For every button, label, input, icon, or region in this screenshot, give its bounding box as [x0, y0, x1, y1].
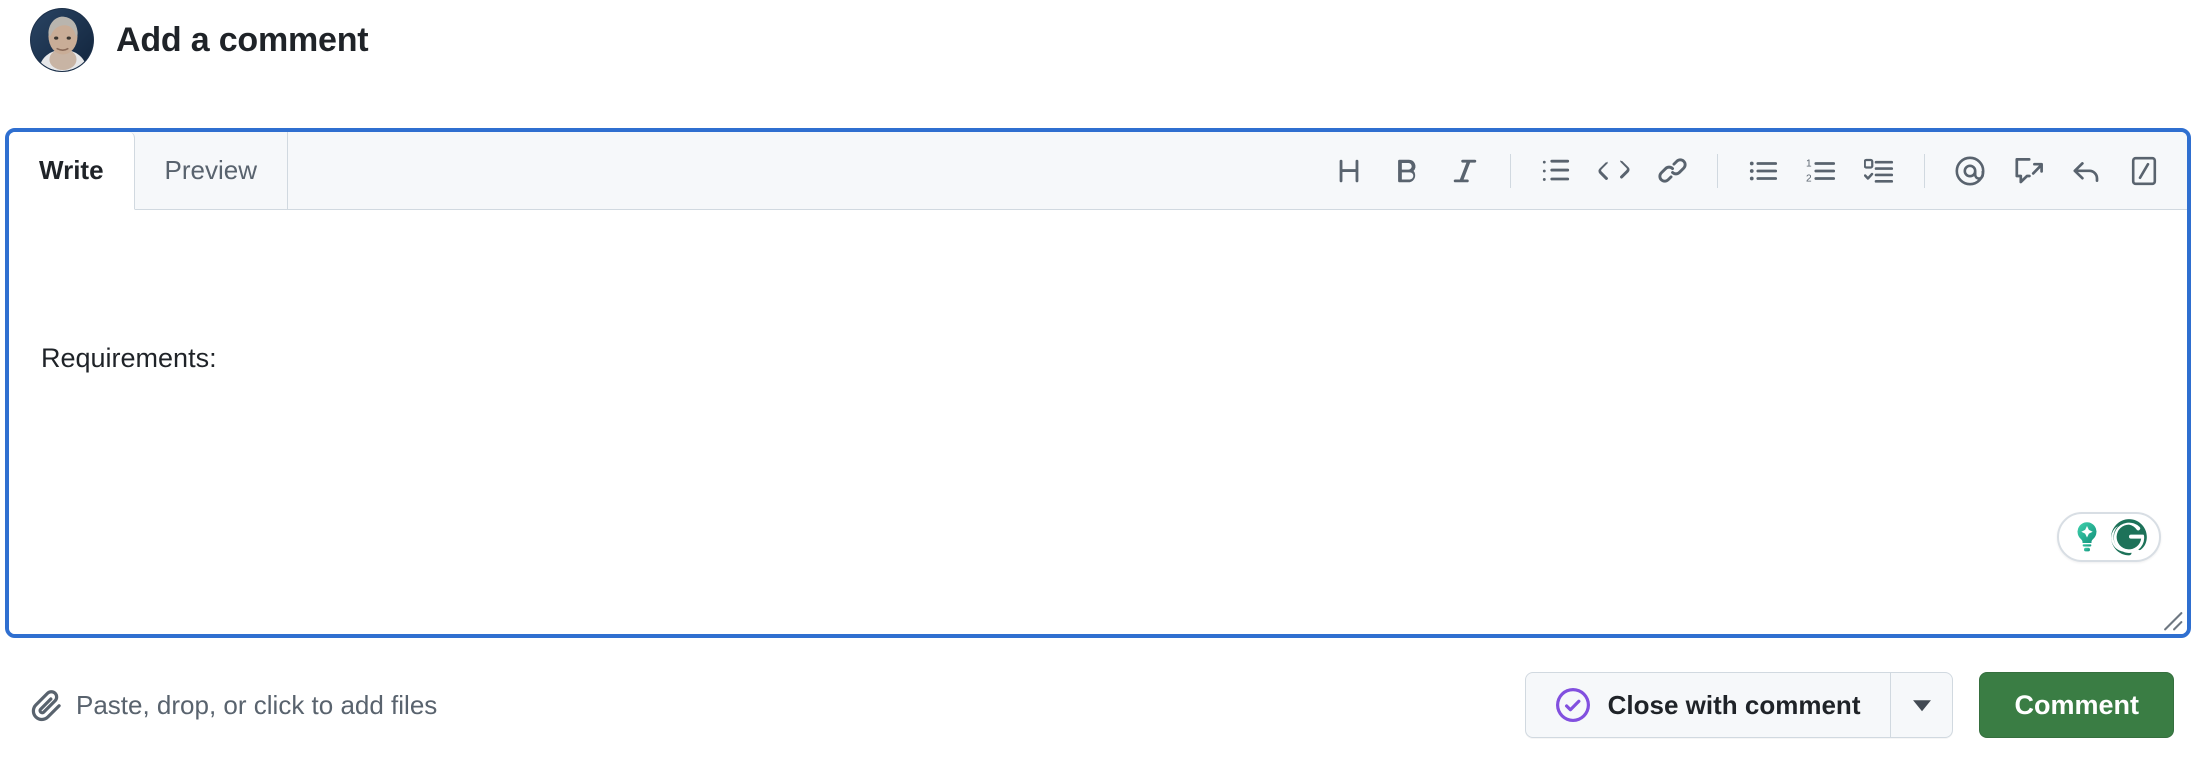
composer-header: Add a comment [30, 8, 369, 72]
attach-files-label: Paste, drop, or click to add files [76, 689, 438, 720]
composer-toolbar-strip: Write Preview 1 2 [9, 132, 2187, 210]
svg-text:2: 2 [1806, 173, 1812, 184]
comment-textarea[interactable]: Requirements: - After the initial messag… [9, 210, 2187, 634]
tab-preview[interactable]: Preview [135, 132, 289, 209]
mention-icon[interactable] [1941, 142, 1999, 200]
composer-tabs: Write Preview [9, 132, 289, 210]
markdown-toolbar: 12 [1320, 132, 2187, 209]
code-icon[interactable] [1585, 142, 1643, 200]
heading-icon[interactable] [1320, 142, 1378, 200]
comment-composer-page: Add a comment Write Preview 1 2 Requirem… [0, 0, 2196, 758]
close-with-comment-label: Close with comment [1607, 689, 1861, 720]
grammarly-suggestion-bulb [2077, 522, 2097, 552]
svg-text:1: 1 [1806, 158, 1812, 169]
chevron-down-icon [1913, 700, 1931, 712]
resize-handle[interactable] [2157, 605, 2183, 631]
comment-composer[interactable]: Write Preview 1 2 Requirements: [5, 128, 2191, 638]
ordered-list-icon[interactable]: 12 [1792, 142, 1850, 200]
comment-text: Requirements: - After the initial messag… [41, 236, 2155, 634]
tab-write[interactable]: Write [9, 132, 135, 210]
paperclip-icon [31, 690, 61, 722]
italic-icon[interactable] [1436, 142, 1494, 200]
check-circle-icon [1555, 688, 1590, 722]
footer-actions: Close with comment Comment [1524, 672, 2174, 738]
quote-icon[interactable] [1527, 142, 1585, 200]
task-list-icon[interactable] [1850, 142, 1908, 200]
slash-command-icon[interactable] [2115, 142, 2173, 200]
bold-icon[interactable] [1378, 142, 1436, 200]
text-line: Requirements: [41, 343, 217, 373]
toolbar-divider-2 [1717, 153, 1718, 188]
close-with-comment-split-button[interactable]: Close with comment [1524, 672, 1954, 738]
toolbar-divider-3 [1924, 153, 1925, 188]
text-line [41, 481, 2155, 530]
text-line: - After the initial message, prompt the … [41, 628, 2155, 634]
close-with-comment-button[interactable]: Close with comment [1526, 673, 1891, 737]
reply-icon[interactable] [2057, 142, 2115, 200]
attach-files-button[interactable]: Paste, drop, or click to add files [28, 688, 437, 722]
grammarly-badge[interactable] [2057, 512, 2161, 562]
comment-button[interactable]: Comment [1979, 672, 2174, 738]
toolbar-divider-1 [1510, 153, 1511, 188]
close-options-dropdown-button[interactable] [1890, 673, 1952, 737]
page-title: Add a comment [116, 21, 369, 59]
avatar[interactable] [30, 8, 94, 72]
unordered-list-icon[interactable] [1734, 142, 1792, 200]
grammarly-logo [2111, 519, 2147, 556]
saved-reply-icon[interactable] [1999, 142, 2057, 200]
link-icon[interactable] [1643, 142, 1701, 200]
composer-footer: Paste, drop, or click to add files Close… [0, 655, 2196, 755]
